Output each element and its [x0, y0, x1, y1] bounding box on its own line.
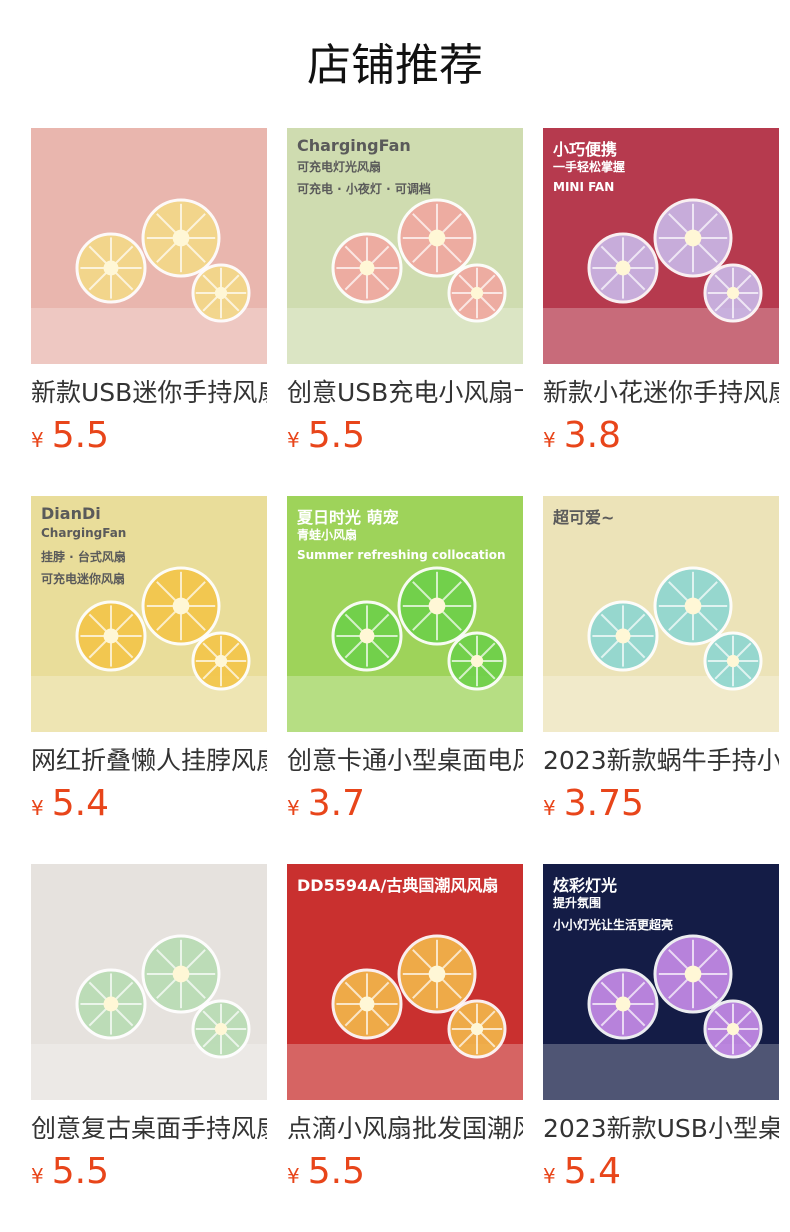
currency-symbol: ¥ [543, 796, 556, 820]
product-price: ¥5.5 [31, 1152, 267, 1198]
currency-symbol: ¥ [543, 428, 556, 452]
product-price: ¥5.4 [31, 784, 267, 830]
product-title[interactable]: 网红折叠懒人挂脖风扇 [31, 744, 267, 778]
image-overlay-text: ChargingFan [297, 136, 411, 155]
image-overlay-text: 小巧便携 [553, 140, 618, 159]
product-title[interactable]: 创意复古桌面手持风扇 [31, 1112, 267, 1146]
product-card[interactable]: 炫彩灯光提升氛围小小灯光让生活更超亮 2023新款USB小型桌面风扇 ¥5.4 [543, 864, 779, 1198]
product-price: ¥5.4 [543, 1152, 779, 1198]
product-image[interactable]: 夏日时光 萌宠 青蛙小风扇 Summer refreshing collocatio… [287, 496, 523, 732]
image-overlay-text: Summer refreshing collocation [297, 548, 506, 562]
product-image[interactable]: 炫彩灯光 提升氛围小小灯光让生活更超亮 [543, 864, 779, 1100]
product-card[interactable]: 小巧便携 一手轻松掌握 MINI FAN 新款小花迷你手持风扇 ¥3.8 [543, 128, 779, 462]
price-value: 3.8 [563, 415, 621, 456]
product-card[interactable]: DianDi ChargingFan 挂脖 · 台式风扇 可充电迷你风扇网红折叠懒人挂… [31, 496, 267, 830]
product-price: ¥5.5 [287, 1152, 523, 1198]
price-value: 3.75 [563, 783, 644, 824]
section-title: 店铺推荐 [307, 40, 483, 91]
image-overlay-text: DianDi [41, 504, 101, 523]
currency-symbol: ¥ [31, 1164, 44, 1188]
image-overlay-text: DD5594A/古典国潮风风扇 [297, 876, 499, 895]
product-card[interactable]: 夏日时光 萌宠 青蛙小风扇 Summer refreshing collocatio… [287, 496, 523, 830]
currency-symbol: ¥ [31, 796, 44, 820]
product-title[interactable]: 2023新款蜗牛手持小风扇 [543, 744, 779, 778]
product-title[interactable]: 创意卡通小型桌面电风扇 [287, 744, 523, 778]
product-image[interactable]: 超可爱~ [543, 496, 779, 732]
product-price: ¥5.5 [31, 416, 267, 462]
currency-symbol: ¥ [287, 428, 300, 452]
image-overlay-text: 可充电 · 小夜灯 · 可调档 [297, 182, 431, 196]
product-image[interactable]: 小巧便携 一手轻松掌握 MINI FAN [543, 128, 779, 364]
currency-symbol: ¥ [31, 428, 44, 452]
product-title[interactable]: 新款USB迷你手持风扇 [31, 376, 267, 410]
price-value: 5.5 [51, 415, 109, 456]
price-value: 5.4 [51, 783, 109, 824]
product-image[interactable]: DD5594A/古典国潮风风扇 [287, 864, 523, 1100]
product-card[interactable]: DD5594A/古典国潮风风扇点滴小风扇批发国潮风 ¥5.5 [287, 864, 523, 1198]
product-card[interactable]: 超可爱~ 2023新款蜗牛手持小风扇 ¥3.75 [543, 496, 779, 830]
price-value: 5.5 [307, 1151, 365, 1192]
product-title[interactable]: 2023新款USB小型桌面风扇 [543, 1112, 779, 1146]
product-price: ¥3.8 [543, 416, 779, 462]
image-overlay-text: ChargingFan [41, 526, 127, 540]
product-card[interactable]: ChargingFan 可充电灯光风扇可充电 · 小夜灯 · 可调档创意USB充电… [287, 128, 523, 462]
image-overlay-text: 一手轻松掌握 [553, 160, 626, 174]
product-title[interactable]: 创意USB充电小风扇卡通 [287, 376, 523, 410]
currency-symbol: ¥ [543, 1164, 556, 1188]
product-image[interactable]: ChargingFan 可充电灯光风扇可充电 · 小夜灯 · 可调档 [287, 128, 523, 364]
product-price: ¥3.75 [543, 784, 779, 830]
product-image[interactable] [31, 864, 267, 1100]
product-image[interactable]: DianDi ChargingFan 挂脖 · 台式风扇 可充电迷你风扇 [31, 496, 267, 732]
product-image[interactable] [31, 128, 267, 364]
product-card[interactable]: 创意复古桌面手持风扇 ¥5.5 [31, 864, 267, 1198]
image-overlay-text: 可充电迷你风扇 [41, 572, 126, 586]
image-overlay-text: 夏日时光 萌宠 [297, 508, 399, 527]
image-overlay-text: MINI FAN [553, 180, 615, 194]
image-overlay-text: 炫彩灯光 [553, 876, 618, 895]
image-overlay-text: 超可爱~ [553, 508, 615, 527]
product-title[interactable]: 新款小花迷你手持风扇 [543, 376, 779, 410]
product-price: ¥3.7 [287, 784, 523, 830]
image-overlay-text: 小小灯光让生活更超亮 [553, 918, 674, 932]
product-title[interactable]: 点滴小风扇批发国潮风 [287, 1112, 523, 1146]
image-overlay-text: 青蛙小风扇 [297, 528, 358, 542]
price-value: 5.5 [307, 415, 365, 456]
price-value: 5.4 [563, 1151, 621, 1192]
price-value: 3.7 [307, 783, 365, 824]
price-value: 5.5 [51, 1151, 109, 1192]
product-price: ¥5.5 [287, 416, 523, 462]
product-card[interactable]: 新款USB迷你手持风扇 ¥5.5 [31, 128, 267, 462]
currency-symbol: ¥ [287, 1164, 300, 1188]
currency-symbol: ¥ [287, 796, 300, 820]
image-overlay-text: 挂脖 · 台式风扇 [41, 550, 126, 564]
image-overlay-text: 提升氛围 [553, 896, 602, 910]
image-overlay-text: 可充电灯光风扇 [297, 160, 382, 174]
